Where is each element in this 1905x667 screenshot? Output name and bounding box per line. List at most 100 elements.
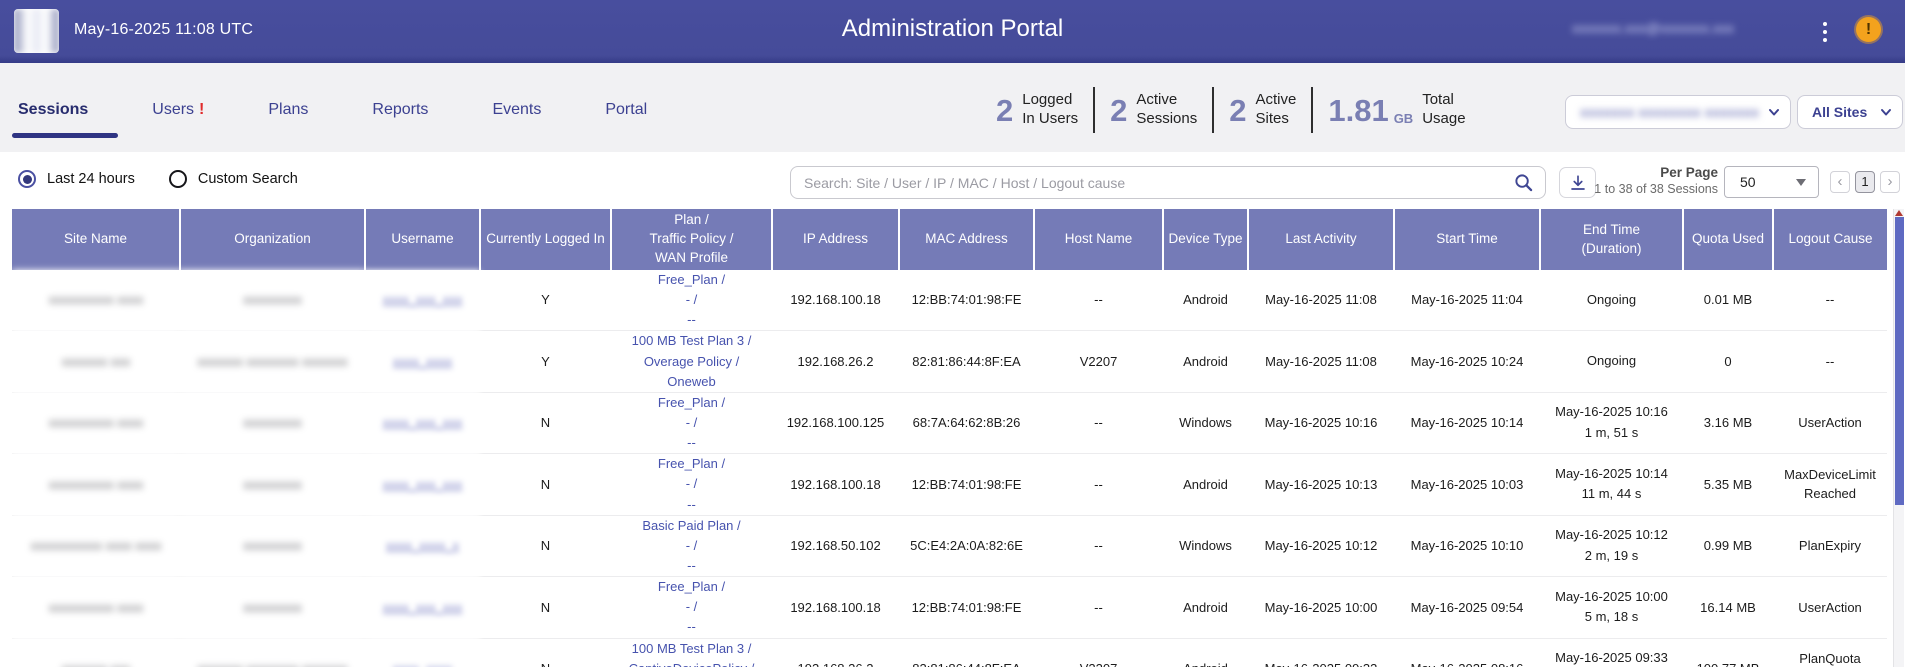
stat-divider: [1093, 87, 1095, 133]
username-link[interactable]: xxxx_xxx_xxx: [365, 454, 480, 515]
logout-cause-cell: UserAction: [1773, 392, 1887, 453]
radio-custom-search[interactable]: Custom Search: [169, 170, 298, 188]
end-time-cell: Ongoing: [1540, 270, 1683, 331]
col-end-time: End Time(Duration): [1540, 209, 1683, 270]
radio-last-24-hours[interactable]: Last 24 hours: [18, 170, 135, 188]
prev-page-button[interactable]: ‹: [1830, 171, 1850, 193]
ip-cell: 192.168.26.2: [772, 331, 899, 392]
tab-portal[interactable]: Portal: [605, 101, 647, 119]
ip-cell: 192.168.100.18: [772, 454, 899, 515]
table-row: xxxxxxxxxx xxxx xxxxxxxxx xxxx_xxx_xxx Y…: [12, 270, 1887, 331]
quota-cell: 5.35 MB: [1683, 454, 1773, 515]
organization-selector-value-redacted: xxxxxxx xxxxxxxx xxxxxxx: [1580, 104, 1762, 120]
username-link[interactable]: xxxx_xxx_xxx: [365, 577, 480, 638]
last-activity-cell: May-16-2025 09:33: [1248, 638, 1394, 667]
site-name-cell: xxxxxxxxxx xxxx: [12, 392, 180, 453]
organization-cell: xxxxxxxxx: [180, 515, 365, 576]
last-activity-cell: May-16-2025 10:16: [1248, 392, 1394, 453]
last-activity-cell: May-16-2025 11:08: [1248, 331, 1394, 392]
start-time-cell: May-16-2025 08:16: [1394, 638, 1540, 667]
start-time-cell: May-16-2025 10:03: [1394, 454, 1540, 515]
quota-cell: 0: [1683, 331, 1773, 392]
site-selector[interactable]: All Sites: [1797, 95, 1903, 129]
table-header-row: Site Name Organization Username Currentl…: [12, 209, 1887, 270]
organization-cell: xxxxxxxxx: [180, 577, 365, 638]
device-cell: Android: [1163, 577, 1248, 638]
ip-cell: 192.168.100.18: [772, 270, 899, 331]
current-page-button[interactable]: 1: [1855, 171, 1875, 193]
host-cell: --: [1034, 577, 1163, 638]
plan-policy-links[interactable]: Free_Plan /- /--: [611, 392, 772, 453]
quota-cell: 0.99 MB: [1683, 515, 1773, 576]
col-last-activity: Last Activity: [1248, 209, 1394, 270]
scroll-up-arrow-icon[interactable]: [1895, 210, 1903, 216]
search-input[interactable]: [791, 175, 1514, 191]
vertical-scrollbar[interactable]: [1893, 209, 1904, 667]
tab-plans[interactable]: Plans: [268, 101, 308, 119]
top-header-bar: May-16-2025 11:08 UTC Administration Por…: [0, 0, 1905, 63]
filter-row: Last 24 hours Custom Search Per Page 1 t…: [0, 152, 1905, 209]
username-link[interactable]: xxxx_xxx_xxx: [365, 392, 480, 453]
app-logo: [14, 9, 59, 53]
host-cell: --: [1034, 454, 1163, 515]
nav-tabs: Sessions Users! Plans Reports Events Por…: [18, 101, 647, 119]
col-ip-address: IP Address: [772, 209, 899, 270]
end-time-cell: May-16-2025 10:161 m, 51 s: [1540, 392, 1683, 453]
search-icon[interactable]: [1514, 173, 1533, 192]
stat-active-sites: 2 ActiveSites: [1229, 91, 1296, 129]
page-size-select[interactable]: 50: [1724, 166, 1819, 198]
plan-policy-links[interactable]: 100 MB Test Plan 3 /Overage Policy /Onew…: [611, 331, 772, 392]
plan-policy-links[interactable]: Free_Plan /- /--: [611, 270, 772, 331]
end-time-cell: May-16-2025 10:1411 m, 44 s: [1540, 454, 1683, 515]
username-link[interactable]: xxxx_xxxx: [365, 638, 480, 667]
summary-stats: 2 LoggedIn Users 2 ActiveSessions 2 Acti…: [996, 84, 1466, 136]
plan-policy-links[interactable]: 100 MB Test Plan 3 /CaptiveDevicePolicy …: [611, 638, 772, 667]
page-title: Administration Portal: [842, 15, 1063, 43]
plan-policy-links[interactable]: Free_Plan /- /--: [611, 454, 772, 515]
plan-policy-links[interactable]: Basic Paid Plan /- /--: [611, 515, 772, 576]
col-username: Username: [365, 209, 480, 270]
plan-policy-links[interactable]: Free_Plan /- /--: [611, 577, 772, 638]
alert-badge-icon[interactable]: !: [1856, 17, 1881, 42]
logo-image-redacted: [14, 9, 59, 53]
quota-cell: 3.16 MB: [1683, 392, 1773, 453]
tab-sessions[interactable]: Sessions: [18, 101, 88, 119]
tab-reports[interactable]: Reports: [372, 101, 428, 119]
session-search: [790, 166, 1546, 199]
next-page-button[interactable]: ›: [1880, 171, 1900, 193]
site-selector-value: All Sites: [1812, 104, 1874, 120]
radio-unselected-icon[interactable]: [169, 170, 187, 188]
tab-events[interactable]: Events: [492, 101, 541, 119]
radio-selected-icon[interactable]: [18, 170, 36, 188]
end-time-cell: Ongoing: [1540, 331, 1683, 392]
col-organization: Organization: [180, 209, 365, 270]
page-size-value: 50: [1740, 174, 1756, 190]
current-datetime: May-16-2025 11:08 UTC: [74, 21, 253, 39]
ip-cell: 192.168.50.102: [772, 515, 899, 576]
username-link[interactable]: xxxx_xxxx: [365, 331, 480, 392]
organization-selector[interactable]: xxxxxxx xxxxxxxx xxxxxxx: [1565, 95, 1791, 129]
stat-divider: [1311, 87, 1313, 133]
table-row: xxxxxxx xxx xxxxxxx xxxxxxxx xxxxxxx xxx…: [12, 331, 1887, 392]
username-link[interactable]: xxxx_xxx_xxx: [365, 270, 480, 331]
site-name-cell: xxxxxxxxxx xxxx: [12, 454, 180, 515]
logged-in-cell: N: [480, 392, 611, 453]
quota-cell: 16.14 MB: [1683, 577, 1773, 638]
username-link[interactable]: xxxx_xxxx_x: [365, 515, 480, 576]
time-range-radios: Last 24 hours Custom Search: [18, 170, 298, 188]
device-cell: Android: [1163, 331, 1248, 392]
chevron-down-icon: [1880, 106, 1892, 118]
kebab-menu-icon[interactable]: [1818, 18, 1832, 46]
navigation-bar: Sessions Users! Plans Reports Events Por…: [0, 63, 1905, 152]
site-name-cell: xxxxxxxxxx xxxx: [12, 577, 180, 638]
scrollbar-thumb[interactable]: [1895, 217, 1904, 505]
user-email-redacted[interactable]: xxxxxxx.xxx@xxxxxxx.xxx: [1572, 20, 1802, 36]
col-quota-used: Quota Used: [1683, 209, 1773, 270]
sessions-table: Site Name Organization Username Currentl…: [12, 209, 1887, 667]
last-activity-cell: May-16-2025 10:00: [1248, 577, 1394, 638]
tab-users[interactable]: Users!: [152, 101, 204, 119]
col-mac-address: MAC Address: [899, 209, 1034, 270]
end-time-cell: May-16-2025 09:331 h, 16 m, 24 s: [1540, 638, 1683, 667]
host-cell: --: [1034, 270, 1163, 331]
site-name-cell: xxxxxxx xxx: [12, 638, 180, 667]
